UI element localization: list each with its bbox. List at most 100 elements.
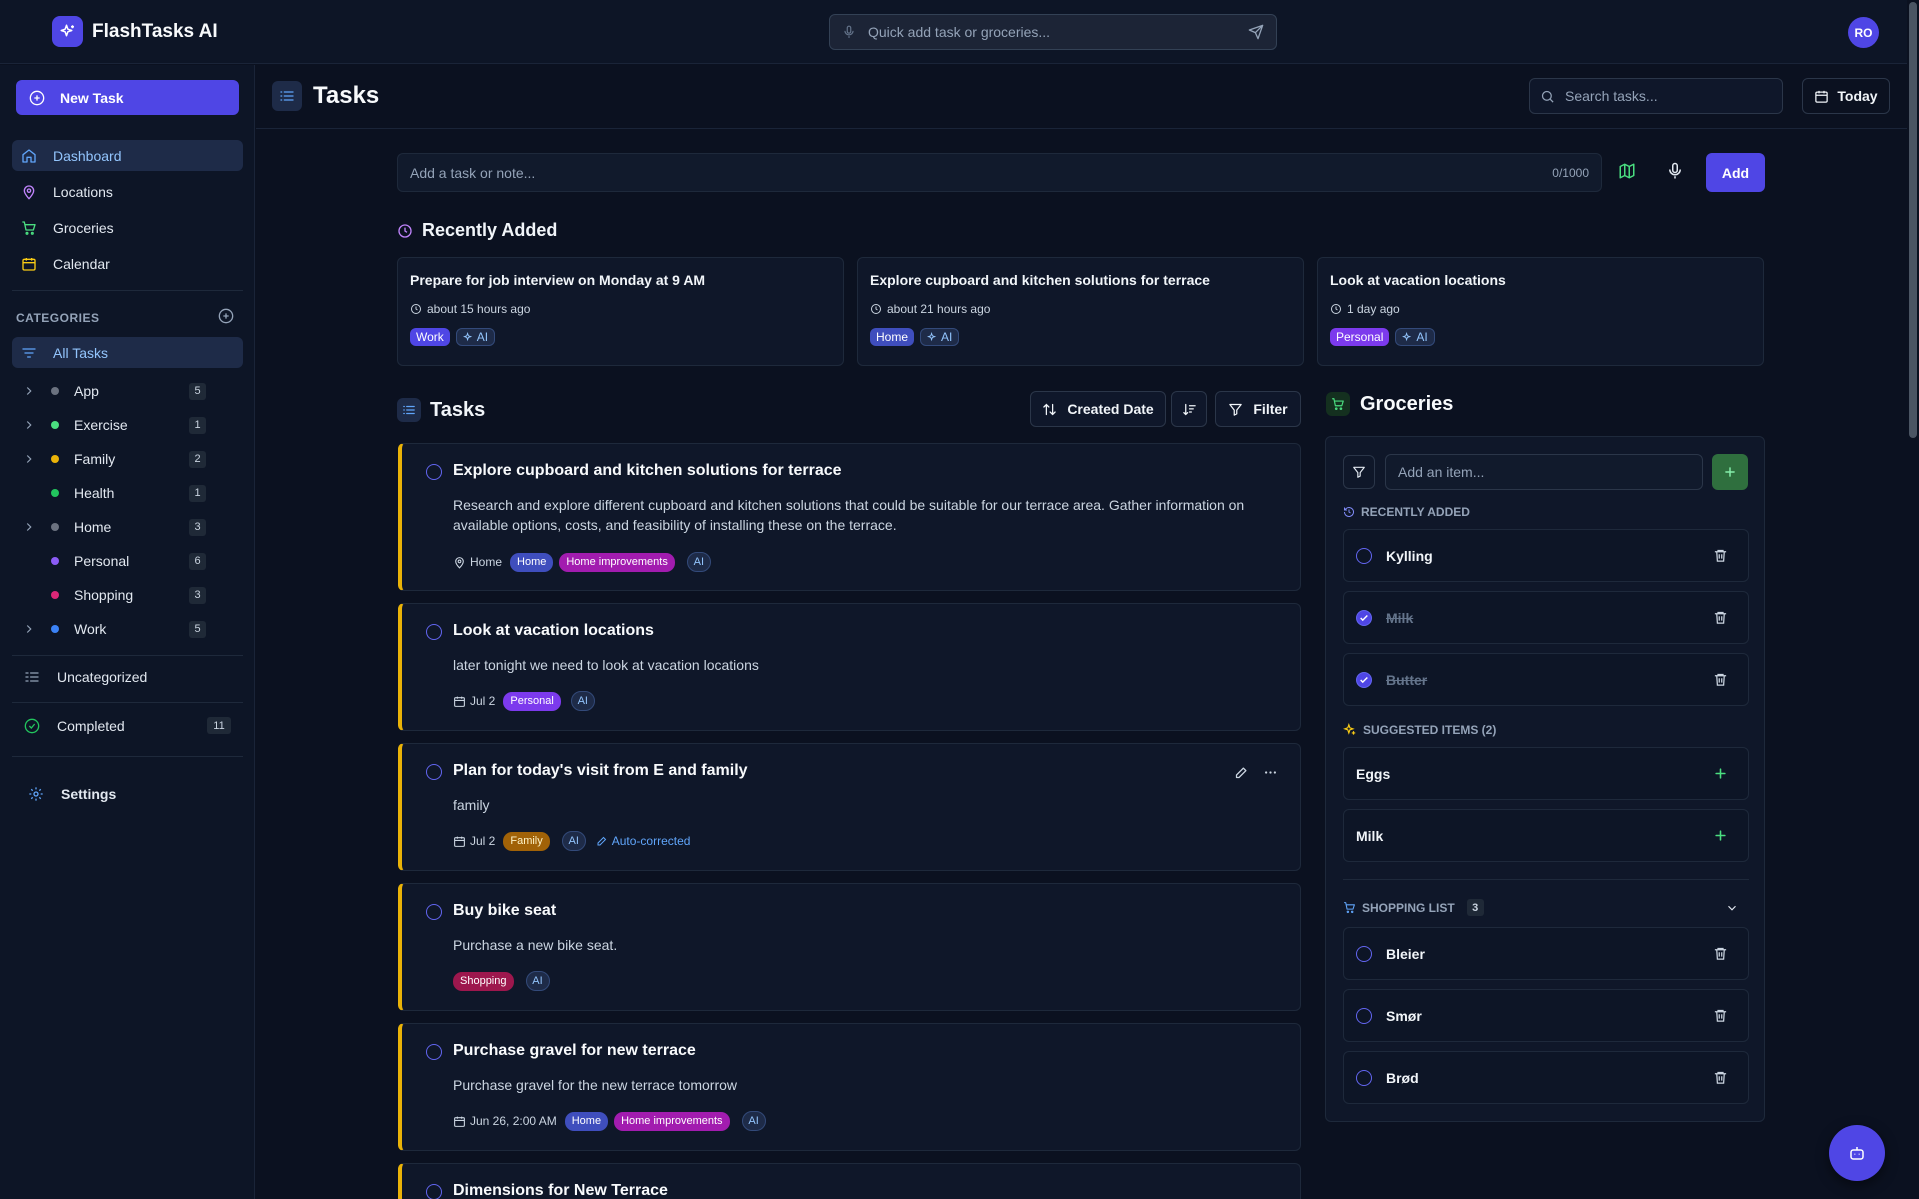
- tag-shopping[interactable]: Shopping: [453, 971, 514, 991]
- recent-task-card[interactable]: Look at vacation locations 1 day ago Per…: [1317, 257, 1764, 366]
- category-family[interactable]: Family 2: [12, 444, 243, 474]
- today-button[interactable]: Today: [1802, 78, 1890, 114]
- task-card[interactable]: Buy bike seat Purchase a new bike seat. …: [398, 883, 1301, 1011]
- ai-badge: AI: [686, 552, 711, 572]
- chevron-right-icon[interactable]: [22, 418, 42, 432]
- category-home[interactable]: Home 3: [12, 512, 243, 542]
- shopping-list-header[interactable]: SHOPPING LIST 3: [1343, 899, 1749, 916]
- tag-home[interactable]: Home: [510, 552, 554, 572]
- search-input[interactable]: [1565, 88, 1772, 104]
- chevron-right-icon[interactable]: [22, 384, 42, 398]
- shopping-item[interactable]: Brød: [1343, 1051, 1749, 1104]
- trash-icon[interactable]: [1713, 946, 1728, 961]
- chevron-right-icon[interactable]: [22, 452, 42, 466]
- search-tasks-box[interactable]: [1529, 78, 1783, 114]
- grocery-checkbox[interactable]: [1356, 945, 1372, 962]
- tag-home[interactable]: Home: [870, 328, 915, 346]
- sidebar-item-groceries[interactable]: Groceries: [12, 212, 243, 243]
- tag-personal[interactable]: Personal: [503, 691, 561, 711]
- chevron-down-icon[interactable]: [1725, 901, 1739, 915]
- sidebar-item-completed[interactable]: Completed 11: [12, 710, 243, 741]
- task-checkbox[interactable]: [426, 1184, 442, 1199]
- sort-by-button[interactable]: Created Date: [1030, 391, 1166, 427]
- add-category-icon[interactable]: [218, 308, 234, 324]
- task-note-input[interactable]: [410, 164, 1553, 181]
- trash-icon[interactable]: [1713, 610, 1728, 625]
- trash-icon[interactable]: [1713, 1070, 1728, 1085]
- microphone-icon[interactable]: [842, 25, 856, 39]
- category-exercise[interactable]: Exercise 1: [12, 410, 243, 440]
- send-icon[interactable]: [1248, 24, 1264, 40]
- category-health[interactable]: Health 1: [12, 478, 243, 508]
- quick-add-input[interactable]: [868, 24, 1248, 40]
- user-avatar[interactable]: RO: [1848, 17, 1879, 48]
- filter-button[interactable]: Filter: [1215, 391, 1301, 427]
- sidebar-item-settings[interactable]: Settings: [12, 778, 243, 809]
- chevron-right-icon[interactable]: [22, 520, 42, 534]
- plus-icon[interactable]: [1713, 766, 1728, 781]
- trash-icon[interactable]: [1713, 672, 1728, 687]
- task-checkbox[interactable]: [426, 624, 442, 640]
- category-shopping[interactable]: Shopping 3: [12, 580, 243, 610]
- task-checkbox[interactable]: [426, 904, 442, 920]
- task-checkbox[interactable]: [426, 464, 442, 480]
- groceries-panel: RECENTLY ADDED Kylling Milk Butter SUGGE…: [1325, 436, 1765, 1122]
- plus-icon: [1725, 467, 1735, 477]
- sidebar-item-all-tasks[interactable]: All Tasks: [12, 337, 243, 368]
- plus-icon[interactable]: [1713, 828, 1728, 843]
- recent-task-card[interactable]: Prepare for job interview on Monday at 9…: [397, 257, 844, 366]
- map-icon[interactable]: [1618, 162, 1636, 180]
- category-personal[interactable]: Personal 6: [12, 546, 243, 576]
- edit-icon[interactable]: [1234, 765, 1249, 780]
- quick-add-bar[interactable]: [829, 14, 1277, 50]
- task-card[interactable]: Look at vacation locations later tonight…: [398, 603, 1301, 731]
- task-checkbox[interactable]: [426, 764, 442, 780]
- task-composer[interactable]: 0/1000: [397, 153, 1602, 192]
- sidebar-item-uncategorized[interactable]: Uncategorized: [12, 661, 243, 692]
- grocery-filter-button[interactable]: [1343, 455, 1375, 489]
- grocery-item[interactable]: Butter: [1343, 653, 1749, 706]
- scrollbar-thumb[interactable]: [1909, 2, 1917, 438]
- tag-work[interactable]: Work: [410, 328, 450, 346]
- grocery-checkbox[interactable]: [1356, 1069, 1372, 1086]
- add-grocery-button[interactable]: [1712, 454, 1748, 490]
- grocery-checkbox-checked[interactable]: [1356, 671, 1372, 688]
- shopping-item[interactable]: Smør: [1343, 989, 1749, 1042]
- trash-icon[interactable]: [1713, 1008, 1728, 1023]
- app-logo[interactable]: FlashTasks AI: [52, 16, 218, 47]
- tag-home-improvements[interactable]: Home improvements: [559, 552, 675, 572]
- grocery-item[interactable]: Milk: [1343, 591, 1749, 644]
- sidebar-item-locations[interactable]: Locations: [12, 176, 243, 207]
- suggested-item[interactable]: Eggs: [1343, 747, 1749, 800]
- tag-family[interactable]: Family: [503, 831, 550, 851]
- add-task-button[interactable]: Add: [1706, 153, 1765, 192]
- ai-assistant-button[interactable]: [1829, 1125, 1885, 1181]
- grocery-item[interactable]: Kylling: [1343, 529, 1749, 582]
- task-card[interactable]: Dimensions for New Terrace: [398, 1163, 1301, 1199]
- sidebar-item-calendar[interactable]: Calendar: [12, 248, 243, 279]
- category-work[interactable]: Work 5: [12, 614, 243, 644]
- grocery-checkbox[interactable]: [1356, 1007, 1372, 1024]
- sort-direction-button[interactable]: [1171, 391, 1207, 427]
- tag-personal[interactable]: Personal: [1330, 328, 1390, 346]
- category-app[interactable]: App 5: [12, 376, 243, 406]
- grocery-checkbox-checked[interactable]: [1356, 609, 1372, 626]
- task-card[interactable]: Purchase gravel for new terrace Purchase…: [398, 1023, 1301, 1151]
- more-horizontal-icon[interactable]: [1263, 765, 1278, 780]
- recent-task-card[interactable]: Explore cupboard and kitchen solutions f…: [857, 257, 1304, 366]
- tag-home[interactable]: Home: [564, 1111, 609, 1131]
- shopping-item[interactable]: Bleier: [1343, 927, 1749, 980]
- sidebar-item-dashboard[interactable]: Dashboard: [12, 140, 243, 171]
- grocery-item-input[interactable]: [1385, 454, 1703, 490]
- suggested-item[interactable]: Milk: [1343, 809, 1749, 862]
- new-task-button[interactable]: New Task: [16, 80, 239, 115]
- trash-icon[interactable]: [1713, 548, 1728, 563]
- microphone-icon[interactable]: [1666, 162, 1684, 180]
- grocery-checkbox[interactable]: [1356, 547, 1372, 564]
- tag-home-improvements[interactable]: Home improvements: [614, 1111, 730, 1131]
- task-card[interactable]: Plan for today's visit from E and family…: [398, 743, 1301, 871]
- task-card[interactable]: Explore cupboard and kitchen solutions f…: [398, 443, 1301, 591]
- recently-added-label: RECENTLY ADDED: [1343, 505, 1470, 519]
- chevron-right-icon[interactable]: [22, 622, 42, 636]
- task-checkbox[interactable]: [426, 1044, 442, 1060]
